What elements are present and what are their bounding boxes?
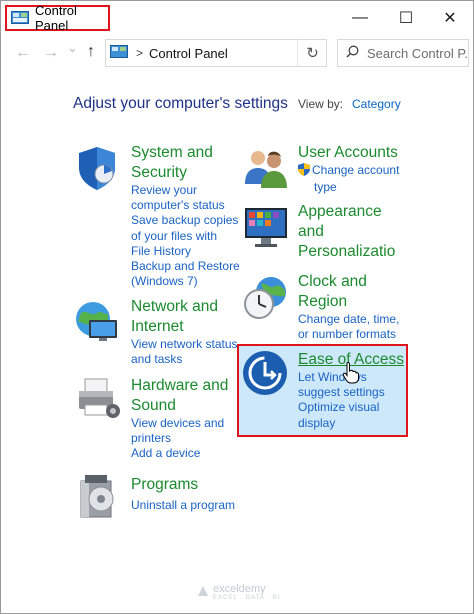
up-arrow-icon: ↑ (87, 43, 95, 60)
change-account-type-link[interactable]: Change account type (298, 163, 399, 195)
system-security-links: Review your computer's status Save backup… (131, 183, 240, 289)
maximize-button[interactable]: ☐ (383, 1, 429, 35)
forward-button[interactable]: → (43, 44, 59, 62)
appearance-title[interactable]: Appearance and Personalizatio (298, 202, 395, 262)
close-icon: ✕ (443, 10, 457, 27)
page-title: Adjust your computer's settings (73, 95, 288, 112)
search-icon (346, 45, 359, 61)
shield-icon[interactable] (73, 144, 121, 192)
window-title: Control Panel (35, 3, 77, 33)
back-arrow-icon: ← (15, 44, 31, 61)
search-input[interactable]: Search Control P... (337, 39, 469, 67)
hand-cursor-icon (342, 361, 360, 389)
hardware-sound-title[interactable]: Hardware and Sound (131, 376, 228, 416)
network-icon[interactable] (73, 297, 121, 345)
watermark-tagline: EXCEL · DATA · BI (213, 595, 281, 601)
system-security-title[interactable]: System and Security (131, 143, 213, 183)
programs-title[interactable]: Programs (131, 475, 198, 495)
appearance-icon[interactable] (241, 202, 289, 250)
change-date-time-link[interactable]: Change date, time, or number formats (298, 312, 399, 342)
programs-icon[interactable] (77, 473, 125, 521)
view-devices-printers-link[interactable]: View devices and printers (131, 416, 224, 446)
view-by-dropdown[interactable]: Category (352, 97, 401, 111)
printer-icon[interactable] (73, 375, 121, 423)
watermark-name: exceldemy (213, 583, 266, 595)
file-history-link[interactable]: Save backup copies of your files with File… (131, 213, 240, 259)
backup-restore-link[interactable]: Backup and Restore (Windows 7) (131, 259, 240, 289)
refresh-button[interactable]: ↻ (297, 39, 327, 67)
breadcrumb[interactable]: Control Panel (149, 46, 228, 61)
up-button[interactable]: ↑ (87, 43, 95, 61)
uac-shield-icon (298, 163, 310, 180)
maximize-icon: ☐ (398, 10, 414, 27)
breadcrumb-separator: > (136, 46, 144, 60)
address-bar[interactable]: > Control Panel (105, 39, 327, 67)
title-bar: Control Panel — ☐ ✕ (1, 1, 473, 35)
back-button[interactable]: ← (15, 44, 31, 62)
clock-icon[interactable] (241, 274, 289, 322)
close-button[interactable]: ✕ (427, 1, 473, 35)
refresh-icon: ↻ (306, 45, 319, 62)
user-accounts-title[interactable]: User Accounts (298, 143, 398, 163)
recent-locations-button[interactable]: ⌄ (67, 40, 78, 56)
uninstall-program-link[interactable]: Uninstall a program (131, 498, 235, 513)
window-title-highlight: Control Panel (5, 3, 110, 33)
minimize-icon: — (352, 9, 368, 26)
watermark-logo-icon (197, 585, 209, 600)
ease-of-access-icon[interactable] (242, 350, 290, 398)
control-panel-window: Control Panel — ☐ ✕ ← → ⌄ ↑ > Control Pa… (0, 0, 474, 614)
view-by-label: View by: (298, 97, 344, 111)
watermark: exceldemy EXCEL · DATA · BI (197, 583, 281, 601)
view-network-status-link[interactable]: View network status and tasks (131, 337, 238, 367)
user-accounts-icon[interactable] (241, 144, 289, 192)
hardware-links: View devices and printers Add a device (131, 416, 224, 462)
optimize-visual-display-link[interactable]: Optimize visual display (298, 400, 385, 430)
control-panel-small-icon (110, 45, 128, 61)
chevron-down-icon: ⌄ (67, 40, 78, 55)
network-internet-title[interactable]: Network and Internet (131, 297, 218, 337)
review-status-link[interactable]: Review your computer's status (131, 183, 240, 213)
forward-arrow-icon: → (43, 44, 59, 61)
clock-region-title[interactable]: Clock and Region (298, 272, 367, 312)
control-panel-icon (11, 11, 29, 25)
search-placeholder: Search Control P... (367, 45, 469, 61)
minimize-button[interactable]: — (337, 1, 383, 35)
add-device-link[interactable]: Add a device (131, 446, 224, 461)
